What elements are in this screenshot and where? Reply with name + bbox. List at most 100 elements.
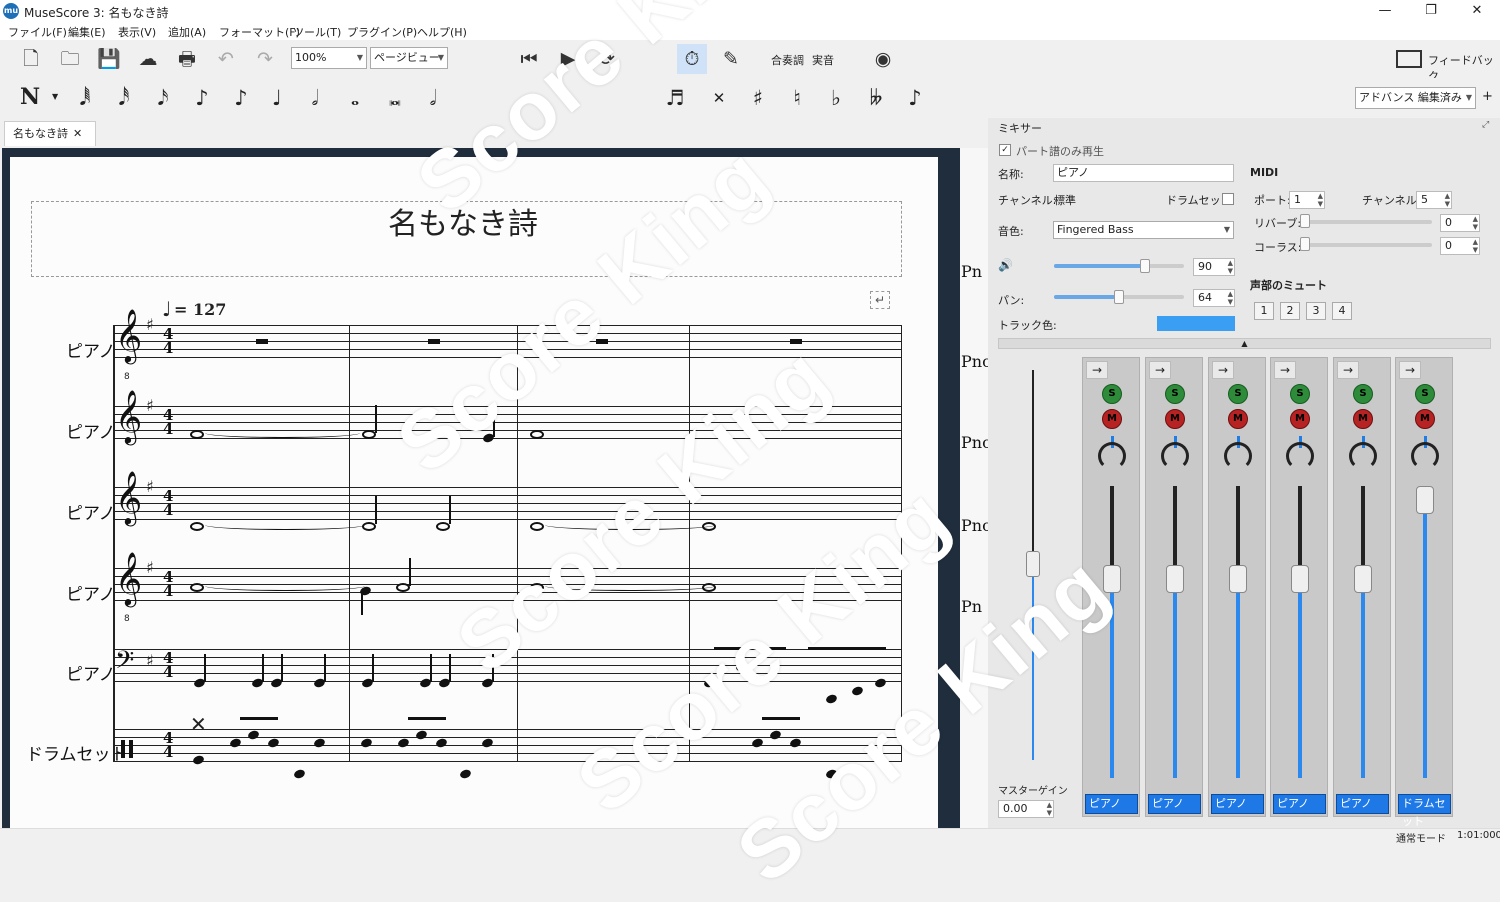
arrow-right-icon[interactable]: → <box>1337 361 1359 379</box>
time-signature[interactable]: 44 <box>163 570 173 599</box>
maximize-button[interactable]: ❐ <box>1408 0 1454 22</box>
arrow-right-icon[interactable]: → <box>1399 361 1421 379</box>
undo-icon[interactable]: ↶ <box>211 44 241 74</box>
eighth-note-icon[interactable]: ♪ <box>226 84 256 112</box>
save-icon[interactable]: 💾 <box>94 44 124 74</box>
quarter-note-icon[interactable]: ♩ <box>262 84 292 112</box>
arrow-right-icon[interactable]: → <box>1149 361 1171 379</box>
menu-file[interactable]: ファイル(F) <box>8 24 67 40</box>
metronome-icon[interactable]: ⏱ <box>677 44 707 74</box>
line-break-icon[interactable]: ↵ <box>870 291 890 309</box>
time-signature[interactable]: 44 <box>163 489 173 518</box>
arrow-right-icon[interactable]: → <box>1086 361 1108 379</box>
whole-note-icon[interactable]: 𝅝 <box>340 84 370 112</box>
menu-tools[interactable]: ツール(T) <box>293 24 341 40</box>
instrument-name[interactable]: ピアノ <box>66 337 115 362</box>
solo-button[interactable]: S <box>1165 384 1185 404</box>
key-signature-sharp-icon[interactable]: ♯ <box>146 558 154 577</box>
print-icon[interactable]: 🖶 <box>172 44 202 74</box>
menu-help[interactable]: ヘルプ(H) <box>417 24 467 40</box>
percussion-clef-icon[interactable] <box>121 740 125 758</box>
fader-handle[interactable] <box>1166 564 1184 593</box>
eighth-note-icon[interactable]: ♪ <box>187 84 217 112</box>
menu-add[interactable]: 追加(A) <box>168 24 206 40</box>
spin-arrows-icon[interactable]: ▲ ▼ <box>1473 238 1478 254</box>
whole-note[interactable] <box>702 522 716 531</box>
workspace-select[interactable]: アドバンス 編集済み ▼ <box>1355 87 1476 109</box>
voice-3-mute-button[interactable]: 3 <box>1306 302 1326 320</box>
part-only-checkbox[interactable]: ✓ <box>999 144 1011 156</box>
treble-8vb-clef-icon[interactable]: 𝄞 <box>115 308 142 364</box>
master-gain-spinbox[interactable]: 0.00 ▲ ▼ <box>998 800 1054 818</box>
whole-rest[interactable] <box>428 339 440 344</box>
float-panel-icon[interactable]: ⤢ <box>1482 120 1489 130</box>
time-signature[interactable]: 44 <box>163 327 173 356</box>
redo-icon[interactable]: ↷ <box>250 44 280 74</box>
fader-handle[interactable] <box>1416 486 1434 514</box>
spin-arrows-icon[interactable]: ▲ ▼ <box>1228 259 1233 275</box>
strip-name[interactable]: ドラムセット <box>1398 794 1451 828</box>
close-tab-icon[interactable]: ✕ <box>73 122 82 145</box>
collapse-details-button[interactable]: ▲ <box>998 338 1491 349</box>
natural-icon[interactable]: ♮ <box>782 84 812 112</box>
chorus-slider-handle[interactable] <box>1300 237 1310 251</box>
mixer-strip[interactable]: → S M ドラムセット <box>1395 357 1453 828</box>
mixer-strip[interactable]: → S M ピアノ <box>1145 357 1203 817</box>
tab-score[interactable]: 名もなき詩 ✕ <box>4 121 96 146</box>
arrow-right-icon[interactable]: → <box>1212 361 1234 379</box>
whole-rest[interactable] <box>256 339 268 344</box>
solo-button[interactable]: S <box>1102 384 1122 404</box>
pan-spinbox[interactable]: 64 ▲ ▼ <box>1193 289 1235 307</box>
treble-clef-icon[interactable]: 𝄞 <box>115 470 142 526</box>
half-note-icon[interactable]: 𝅗𝅥 <box>300 84 330 112</box>
mixer-strip[interactable]: → S M ピアノ <box>1208 357 1266 817</box>
staff-3[interactable] <box>113 487 902 520</box>
menu-edit[interactable]: 編集(E) <box>68 24 106 40</box>
percussion-clef-icon[interactable] <box>129 740 133 758</box>
whole-note[interactable] <box>530 430 544 439</box>
view-mode-select[interactable]: ページビュー ▼ <box>370 47 448 69</box>
fader-handle[interactable] <box>1354 564 1372 593</box>
key-signature-sharp-icon[interactable]: ♯ <box>146 477 154 496</box>
16th-note-icon[interactable]: 𝅘𝅥𝅯 <box>148 84 178 112</box>
minimize-button[interactable]: — <box>1362 0 1408 22</box>
mute-button[interactable]: M <box>1353 409 1373 429</box>
open-folder-icon[interactable]: 🗀 <box>55 44 85 74</box>
reverb-slider-handle[interactable] <box>1300 214 1310 228</box>
treble-clef-icon[interactable]: 𝄞 <box>115 389 142 445</box>
menu-format[interactable]: フォーマット(F) <box>219 24 300 40</box>
double-flat-icon[interactable]: 𝄫 <box>861 84 891 112</box>
instrument-name[interactable]: ピアノ <box>66 418 115 443</box>
spin-arrows-icon[interactable]: ▲ ▼ <box>1445 192 1450 208</box>
tempo-marking[interactable]: = 127 <box>174 300 226 319</box>
key-signature-sharp-icon[interactable]: ♯ <box>146 651 154 670</box>
mixer-strip[interactable]: → S M ピアノ <box>1270 357 1328 817</box>
solo-button[interactable]: S <box>1353 384 1373 404</box>
mute-button[interactable]: M <box>1228 409 1248 429</box>
key-signature-sharp-icon[interactable]: ♯ <box>146 315 154 334</box>
whole-note[interactable] <box>190 583 204 592</box>
sound-toggle[interactable]: 実音 <box>812 52 834 68</box>
add-workspace-button[interactable]: + <box>1482 89 1493 104</box>
breve-icon[interactable]: 𝅜 <box>380 84 410 112</box>
voice-1-mute-button[interactable]: 1 <box>1254 302 1274 320</box>
mute-button[interactable]: M <box>1290 409 1310 429</box>
flip-direction-icon[interactable]: ♪ <box>900 84 930 112</box>
strip-name[interactable]: ピアノ <box>1211 794 1264 814</box>
port-spinbox[interactable]: 1 ▲ ▼ <box>1289 191 1325 209</box>
half-note[interactable] <box>362 522 376 531</box>
reverb-slider[interactable] <box>1302 220 1432 224</box>
strip-name[interactable]: ピアノ <box>1148 794 1201 814</box>
64th-note-icon[interactable]: 𝅘𝅥𝅱 <box>70 84 100 112</box>
image-capture-icon[interactable]: ✎ <box>716 44 746 74</box>
longa-icon[interactable]: 𝅗𝅥 <box>418 84 448 112</box>
spin-arrows-icon[interactable]: ▲ ▼ <box>1318 192 1323 208</box>
strip-name[interactable]: ピアノ <box>1336 794 1389 814</box>
dotted-half-note[interactable] <box>362 430 376 439</box>
bass-clef-icon[interactable]: 𝄢 <box>115 646 134 681</box>
note-input-mode-icon[interactable]: N <box>20 84 40 110</box>
mute-button[interactable]: M <box>1415 409 1435 429</box>
time-signature[interactable]: 44 <box>163 408 173 437</box>
voice-2-mute-button[interactable]: 2 <box>1280 302 1300 320</box>
solo-button[interactable]: S <box>1290 384 1310 404</box>
